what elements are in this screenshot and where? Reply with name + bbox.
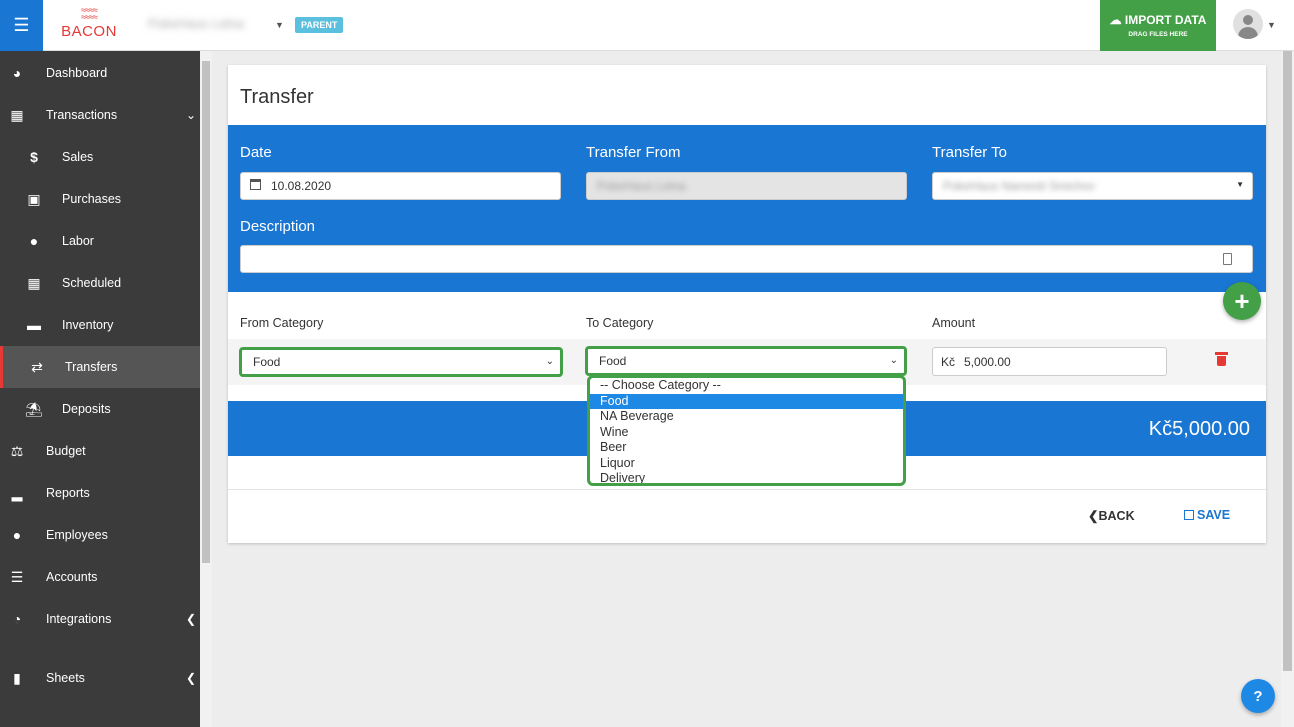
- sidebar-scrollbar[interactable]: [200, 51, 212, 727]
- sidebar: ◕ Dashboard ▦ Transactions ⌄ $ Sales ▣ P…: [0, 51, 200, 727]
- pie-chart-icon: ◔: [12, 611, 22, 627]
- currency-label: Kč: [941, 354, 956, 369]
- chevron-left-icon: ❮: [185, 612, 196, 626]
- bank-icon: ⛱: [25, 400, 43, 417]
- caret-down-icon: ▼: [1236, 180, 1244, 189]
- transfer-to-select[interactable]: PokeHaus Namesti Smichov ▼: [932, 172, 1253, 200]
- sidebar-item-transfers[interactable]: ⇄ Transfers: [0, 346, 200, 388]
- to-category-select[interactable]: Food ⌄: [585, 346, 907, 376]
- dropdown-option[interactable]: NA Beverage: [590, 409, 903, 425]
- organization-name[interactable]: PokeHaus Letna: [148, 16, 270, 34]
- help-button[interactable]: ?: [1241, 679, 1275, 713]
- date-label: Date: [240, 144, 272, 161]
- dashboard-icon: ◕: [12, 65, 22, 81]
- note-icon: [1223, 253, 1232, 265]
- caret-down-icon[interactable]: ▼: [275, 20, 284, 30]
- sidebar-item-budget[interactable]: ⚖ Budget: [0, 430, 200, 472]
- chevron-left-icon: ❮: [1088, 509, 1099, 523]
- date-field[interactable]: 10.08.2020: [240, 172, 561, 200]
- drag-files-label: DRAG FILES HERE: [1128, 31, 1188, 38]
- sidebar-item-reports[interactable]: ▂ Reports: [0, 472, 200, 514]
- import-data-label: IMPORT DATA: [1124, 13, 1207, 27]
- calendar-icon: [250, 179, 261, 190]
- sidebar-item-accounts[interactable]: ☰ Accounts: [0, 556, 200, 598]
- back-button[interactable]: ❮BACK: [1088, 508, 1135, 523]
- sidebar-item-labor[interactable]: ● Labor: [0, 220, 200, 262]
- transfer-from-field: PokeHaus Letna: [586, 172, 907, 200]
- chevron-down-icon: ⌄: [889, 355, 898, 366]
- file-icon: ▮: [13, 669, 21, 686]
- page-scrollbar[interactable]: [1281, 51, 1294, 727]
- server-icon: ☰: [10, 568, 24, 585]
- divider: [228, 489, 1266, 490]
- caret-down-icon[interactable]: ▼: [1267, 20, 1276, 30]
- transfer-to-label: Transfer To: [932, 144, 1008, 161]
- sidebar-item-inventory[interactable]: ▬ Inventory: [0, 304, 200, 346]
- dropdown-option[interactable]: Wine: [590, 425, 903, 441]
- calendar-icon: ▦: [27, 274, 41, 291]
- description-label: Description: [240, 218, 316, 235]
- parent-badge: PARENT: [295, 17, 344, 33]
- users-icon: ●: [12, 527, 22, 543]
- dropdown-option[interactable]: Liquor: [590, 456, 903, 472]
- description-field[interactable]: [240, 245, 1253, 273]
- amount-label: Amount: [932, 316, 976, 330]
- cloud-upload-icon: ☁: [1109, 13, 1122, 27]
- page-title: Transfer: [240, 86, 314, 108]
- balance-scale-icon: ⚖: [10, 442, 24, 459]
- sidebar-item-dashboard[interactable]: ◕ Dashboard: [0, 52, 200, 94]
- from-category-label: From Category: [240, 316, 324, 330]
- exchange-icon: ⇄: [31, 358, 43, 375]
- delete-line-trash-icon[interactable]: [1215, 351, 1228, 367]
- top-bar: ☰ ≈≈≈≈ ≈≈≈≈ BACON PokeHaus Letna ▼ PARENT…: [0, 0, 1294, 51]
- add-line-button[interactable]: +: [1223, 282, 1261, 320]
- bar-chart-icon: ▂: [11, 484, 23, 501]
- sidebar-item-deposits[interactable]: ⛱ Deposits: [0, 388, 200, 430]
- sidebar-item-scheduled[interactable]: ▦ Scheduled: [0, 262, 200, 304]
- import-data-button[interactable]: ☁ IMPORT DATA DRAG FILES HERE: [1100, 0, 1216, 51]
- amount-field[interactable]: Kč 5,000.00: [932, 347, 1167, 376]
- truck-icon: ▬: [27, 317, 41, 333]
- sidebar-item-sales[interactable]: $ Sales: [0, 136, 200, 178]
- save-button[interactable]: SAVE: [1184, 508, 1230, 522]
- sidebar-item-purchases[interactable]: ▣ Purchases: [0, 178, 200, 220]
- sidebar-item-sheets[interactable]: ▮ Sheets ❮: [0, 657, 200, 699]
- chevron-left-icon: ❮: [185, 671, 196, 685]
- shopping-bag-icon: ▣: [27, 190, 41, 207]
- hamburger-icon[interactable]: ☰: [0, 0, 43, 51]
- transfer-details-panel: Date Transfer From Transfer To 10.08.202…: [228, 125, 1266, 292]
- save-icon: [1184, 510, 1194, 520]
- user-avatar-icon[interactable]: [1233, 9, 1263, 39]
- sidebar-item-integrations[interactable]: ◔ Integrations ❮: [0, 598, 200, 640]
- dollar-icon: $: [30, 149, 38, 165]
- users-icon: ●: [29, 233, 39, 249]
- dropdown-option[interactable]: Delivery: [590, 471, 903, 483]
- logo-text: BACON: [61, 23, 117, 40]
- transfer-from-label: Transfer From: [586, 144, 681, 161]
- to-category-dropdown-list[interactable]: -- Choose Category -- Food NA Beverage W…: [587, 375, 906, 486]
- total-amount: Kč5,000.00: [1148, 418, 1250, 440]
- calendar-icon: ▦: [10, 106, 24, 123]
- dropdown-option[interactable]: -- Choose Category --: [590, 378, 903, 394]
- from-category-select[interactable]: Food ⌄: [239, 347, 563, 377]
- chevron-down-icon: ⌄: [545, 356, 554, 367]
- chevron-down-icon: ⌄: [185, 108, 196, 122]
- dropdown-option-selected[interactable]: Food: [590, 393, 903, 409]
- sidebar-item-employees[interactable]: ● Employees: [0, 514, 200, 556]
- to-category-label: To Category: [586, 316, 654, 330]
- dropdown-option[interactable]: Beer: [590, 440, 903, 456]
- sidebar-item-transactions[interactable]: ▦ Transactions ⌄: [0, 94, 200, 136]
- bacon-logo[interactable]: ≈≈≈≈ ≈≈≈≈ BACON: [58, 6, 120, 43]
